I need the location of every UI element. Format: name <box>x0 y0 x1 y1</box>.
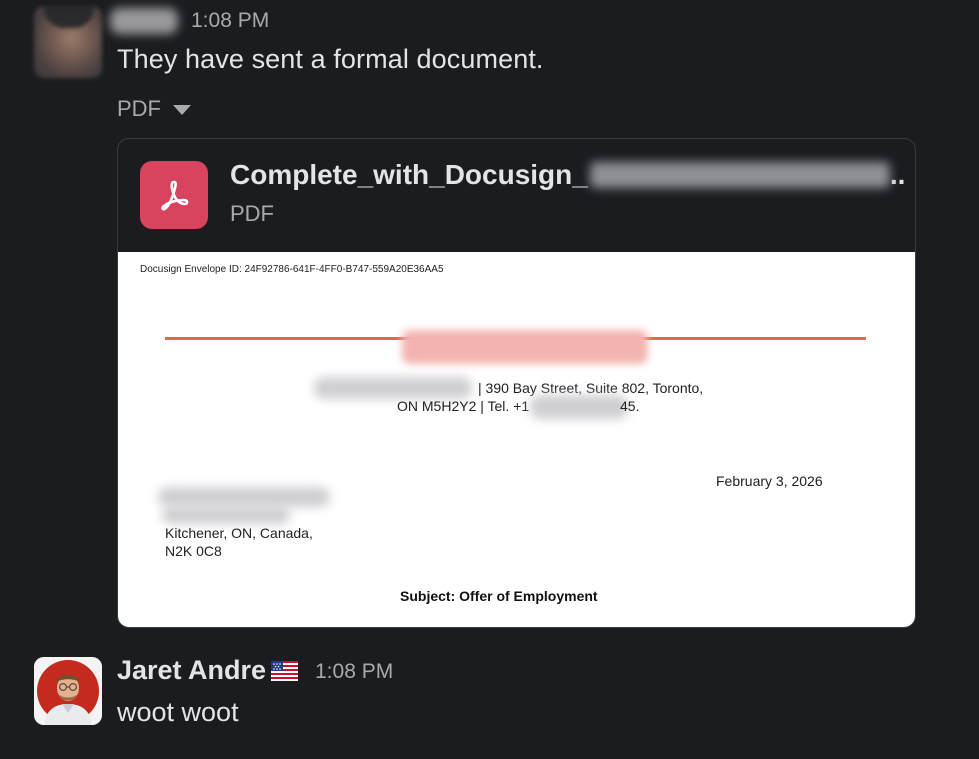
document-preview[interactable]: Docusign Envelope ID: 24F92786-641F-4FF0… <box>118 252 915 627</box>
chat-view: 1:08 PM They have sent a formal document… <box>0 0 979 759</box>
redacted-phone <box>530 395 628 419</box>
avatar[interactable] <box>34 657 102 725</box>
message-text: They have sent a formal document. <box>117 44 544 74</box>
message-timestamp[interactable]: 1:08 PM <box>191 9 269 33</box>
redacted-company-name <box>314 377 472 399</box>
file-name-suffix: .. <box>889 159 906 190</box>
address-line-1: | 390 Bay Street, Suite 802, Toronto, <box>478 380 704 396</box>
sender-name[interactable]: Jaret Andre <box>117 655 266 686</box>
sender-name-redacted[interactable] <box>110 8 178 34</box>
address-line-2-end: 45. <box>620 398 640 414</box>
message-timestamp[interactable]: 1:08 PM <box>315 660 393 684</box>
recipient-postal: N2K 0C8 <box>165 543 222 559</box>
recipient-city: Kitchener, ON, Canada, <box>165 525 313 541</box>
message-text: woot woot <box>117 697 239 727</box>
file-name[interactable]: Complete_with_Docusign_.. <box>230 159 905 191</box>
address-line-2: ON M5H2Y2 | Tel. +1 <box>397 398 530 414</box>
us-flag-icon[interactable] <box>271 661 298 681</box>
letter-date: February 3, 2026 <box>716 473 823 489</box>
file-attachment-card[interactable]: Complete_with_Docusign_.. PDF Docusign E… <box>117 138 916 628</box>
caret-down-icon <box>173 105 191 115</box>
envelope-id: Docusign Envelope ID: 24F92786-641F-4FF0… <box>140 264 444 275</box>
file-name-redacted <box>589 162 890 188</box>
attachment-toggle[interactable]: PDF <box>117 96 191 122</box>
redacted-recipient-name <box>158 487 330 507</box>
redacted-recipient-street <box>162 506 290 524</box>
attachment-toggle-label: PDF <box>117 96 161 121</box>
company-logo-redacted <box>402 330 648 364</box>
avatar[interactable] <box>34 6 102 78</box>
file-name-visible: Complete_with_Docusign_ <box>230 159 588 190</box>
pdf-icon <box>140 161 208 229</box>
letter-subject: Subject: Offer of Employment <box>400 588 598 604</box>
file-type: PDF <box>230 201 274 226</box>
